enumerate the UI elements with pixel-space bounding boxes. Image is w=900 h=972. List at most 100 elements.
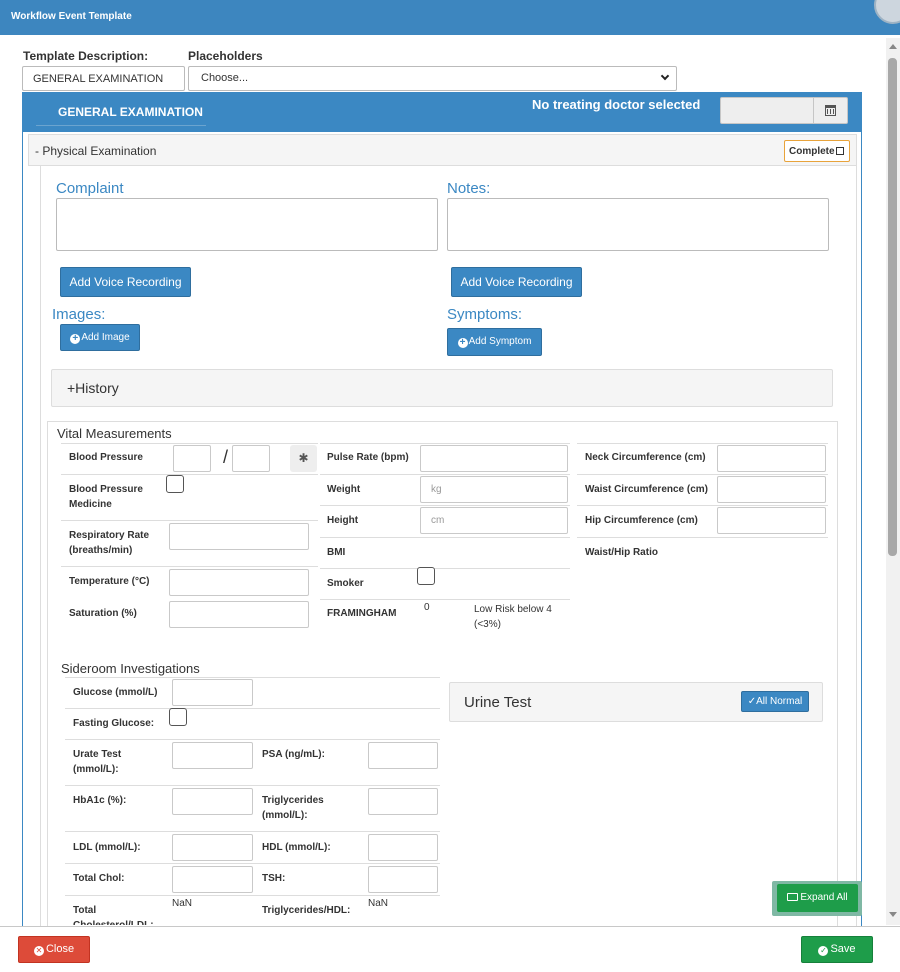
complaint-textarea[interactable]	[56, 198, 438, 251]
psa-input[interactable]	[368, 742, 438, 769]
bp-medicine-checkbox[interactable]	[166, 475, 184, 493]
bluetooth-button[interactable]: ✱	[290, 445, 317, 472]
window-control[interactable]	[874, 0, 900, 24]
triglycerides-input[interactable]	[368, 788, 438, 815]
saturation-input[interactable]	[169, 601, 309, 628]
chevron-down-icon	[660, 71, 670, 81]
complaint-label: Complaint	[56, 180, 124, 197]
divider	[577, 474, 828, 475]
plus-circle-icon: +	[70, 334, 81, 344]
waist-hip-ratio-label: Waist/Hip Ratio	[585, 547, 658, 558]
respiratory-rate-input[interactable]	[169, 523, 309, 550]
trig-hdl-label: Triglycerides/HDL:	[262, 905, 351, 916]
framingham-label: FRAMINGHAM	[327, 608, 397, 619]
calendar-icon	[825, 105, 836, 116]
template-description-label: Template Description:	[23, 49, 149, 63]
placeholders-selected: Choose...	[201, 72, 249, 84]
smoker-checkbox[interactable]	[417, 567, 435, 585]
total-chol-ldl-value: NaN	[172, 898, 193, 909]
divider	[320, 505, 570, 506]
total-chol-input[interactable]	[172, 866, 253, 893]
vital-measurements-heading: Vital Measurements	[57, 426, 172, 441]
placeholders-select[interactable]: Choose...	[188, 66, 677, 91]
pulse-rate-input[interactable]	[420, 445, 568, 472]
divider	[61, 443, 318, 444]
urate-test-input[interactable]	[172, 742, 253, 769]
temperature-input[interactable]	[169, 569, 309, 596]
scrollbar-thumb[interactable]	[888, 58, 897, 556]
add-image-label: Add Image	[81, 332, 130, 343]
date-input[interactable]	[720, 97, 814, 124]
divider	[65, 677, 440, 678]
expand-all-button[interactable]: Expand All	[777, 884, 858, 912]
urine-test-collapsible[interactable]: Urine Test ✓All Normal	[449, 682, 823, 722]
add-symptom-label: Add Symptom	[468, 336, 532, 347]
urate-test-label: Urate Test (mmol/L):	[73, 749, 122, 775]
divider	[61, 566, 318, 567]
weight-input[interactable]: kg	[420, 476, 568, 503]
add-image-button[interactable]: + Add Image	[60, 324, 140, 351]
add-voice-recording-complaint-button[interactable]: Add Voice Recording	[60, 267, 191, 297]
close-label: Close	[45, 943, 75, 955]
bmi-label: BMI	[327, 547, 346, 558]
complete-toggle[interactable]: Complete	[784, 140, 850, 162]
check-circle-icon: ✓	[818, 946, 829, 956]
hip-circumference-input[interactable]	[717, 507, 826, 534]
hba1c-label: HbA1c (%):	[73, 795, 127, 806]
window-title: Workflow Event Template	[11, 11, 132, 22]
hba1c-input[interactable]	[172, 788, 253, 815]
height-input[interactable]: cm	[420, 507, 568, 534]
calendar-button[interactable]	[813, 97, 848, 124]
plus-circle-icon: +	[457, 338, 468, 348]
physical-examination-header[interactable]: - Physical Examination Complete	[28, 134, 857, 166]
fasting-glucose-checkbox[interactable]	[169, 708, 187, 726]
weight-placeholder: kg	[431, 484, 442, 495]
divider	[65, 739, 440, 740]
all-normal-button[interactable]: ✓All Normal	[741, 691, 809, 712]
hdl-label: HDL (mmol/L):	[262, 842, 331, 853]
notes-textarea[interactable]	[447, 198, 829, 251]
waist-circumference-input[interactable]	[717, 476, 826, 503]
scroll-down-icon[interactable]	[889, 912, 897, 917]
waist-circumference-label: Waist Circumference (cm)	[585, 484, 708, 495]
tab-general-examination[interactable]: GENERAL EXAMINATION	[36, 100, 206, 126]
add-voice-recording-notes-button[interactable]: Add Voice Recording	[451, 267, 582, 297]
ldl-input[interactable]	[172, 834, 253, 861]
psa-label: PSA (ng/mL):	[262, 749, 325, 760]
history-label: +History	[67, 380, 119, 396]
respiratory-rate-label: Respiratory Rate (breaths/min)	[69, 530, 150, 556]
images-label: Images:	[52, 306, 106, 323]
divider	[577, 537, 828, 538]
save-button[interactable]: ✓ Save	[801, 936, 873, 963]
hip-circumference-label: Hip Circumference (cm)	[585, 515, 698, 526]
close-button[interactable]: ✕ Close	[18, 936, 90, 963]
glucose-input[interactable]	[172, 679, 253, 706]
complete-checkbox[interactable]	[835, 147, 844, 155]
hdl-input[interactable]	[368, 834, 438, 861]
divider	[320, 443, 570, 444]
section-title: - Physical Examination	[35, 144, 157, 158]
tsh-label: TSH:	[262, 873, 286, 884]
divider	[320, 599, 570, 600]
doctor-status: No treating doctor selected	[532, 97, 701, 112]
divider	[320, 537, 570, 538]
scroll-up-icon[interactable]	[889, 44, 897, 49]
tsh-input[interactable]	[368, 866, 438, 893]
bp-systolic-input[interactable]	[173, 445, 211, 472]
temperature-label: Temperature (°C)	[69, 576, 150, 587]
history-collapsible[interactable]: +History	[51, 369, 833, 407]
divider	[320, 568, 570, 569]
add-symptom-button[interactable]: + Add Symptom	[447, 328, 542, 356]
bp-diastolic-input[interactable]	[232, 445, 270, 472]
all-normal-label: All Normal	[756, 696, 803, 707]
bluetooth-icon: ✱	[298, 451, 309, 465]
pulse-rate-label: Pulse Rate (bpm)	[327, 452, 409, 463]
neck-circumference-input[interactable]	[717, 445, 826, 472]
bp-medicine-label: Blood Pressure Medicine	[69, 484, 143, 510]
neck-circumference-label: Neck Circumference (cm)	[585, 452, 706, 463]
triglycerides-label: Triglycerides (mmol/L):	[262, 795, 324, 821]
weight-label: Weight	[327, 484, 361, 495]
ldl-label: LDL (mmol/L):	[73, 842, 141, 853]
divider	[577, 505, 828, 506]
template-description-input[interactable]: GENERAL EXAMINATION	[22, 66, 185, 91]
